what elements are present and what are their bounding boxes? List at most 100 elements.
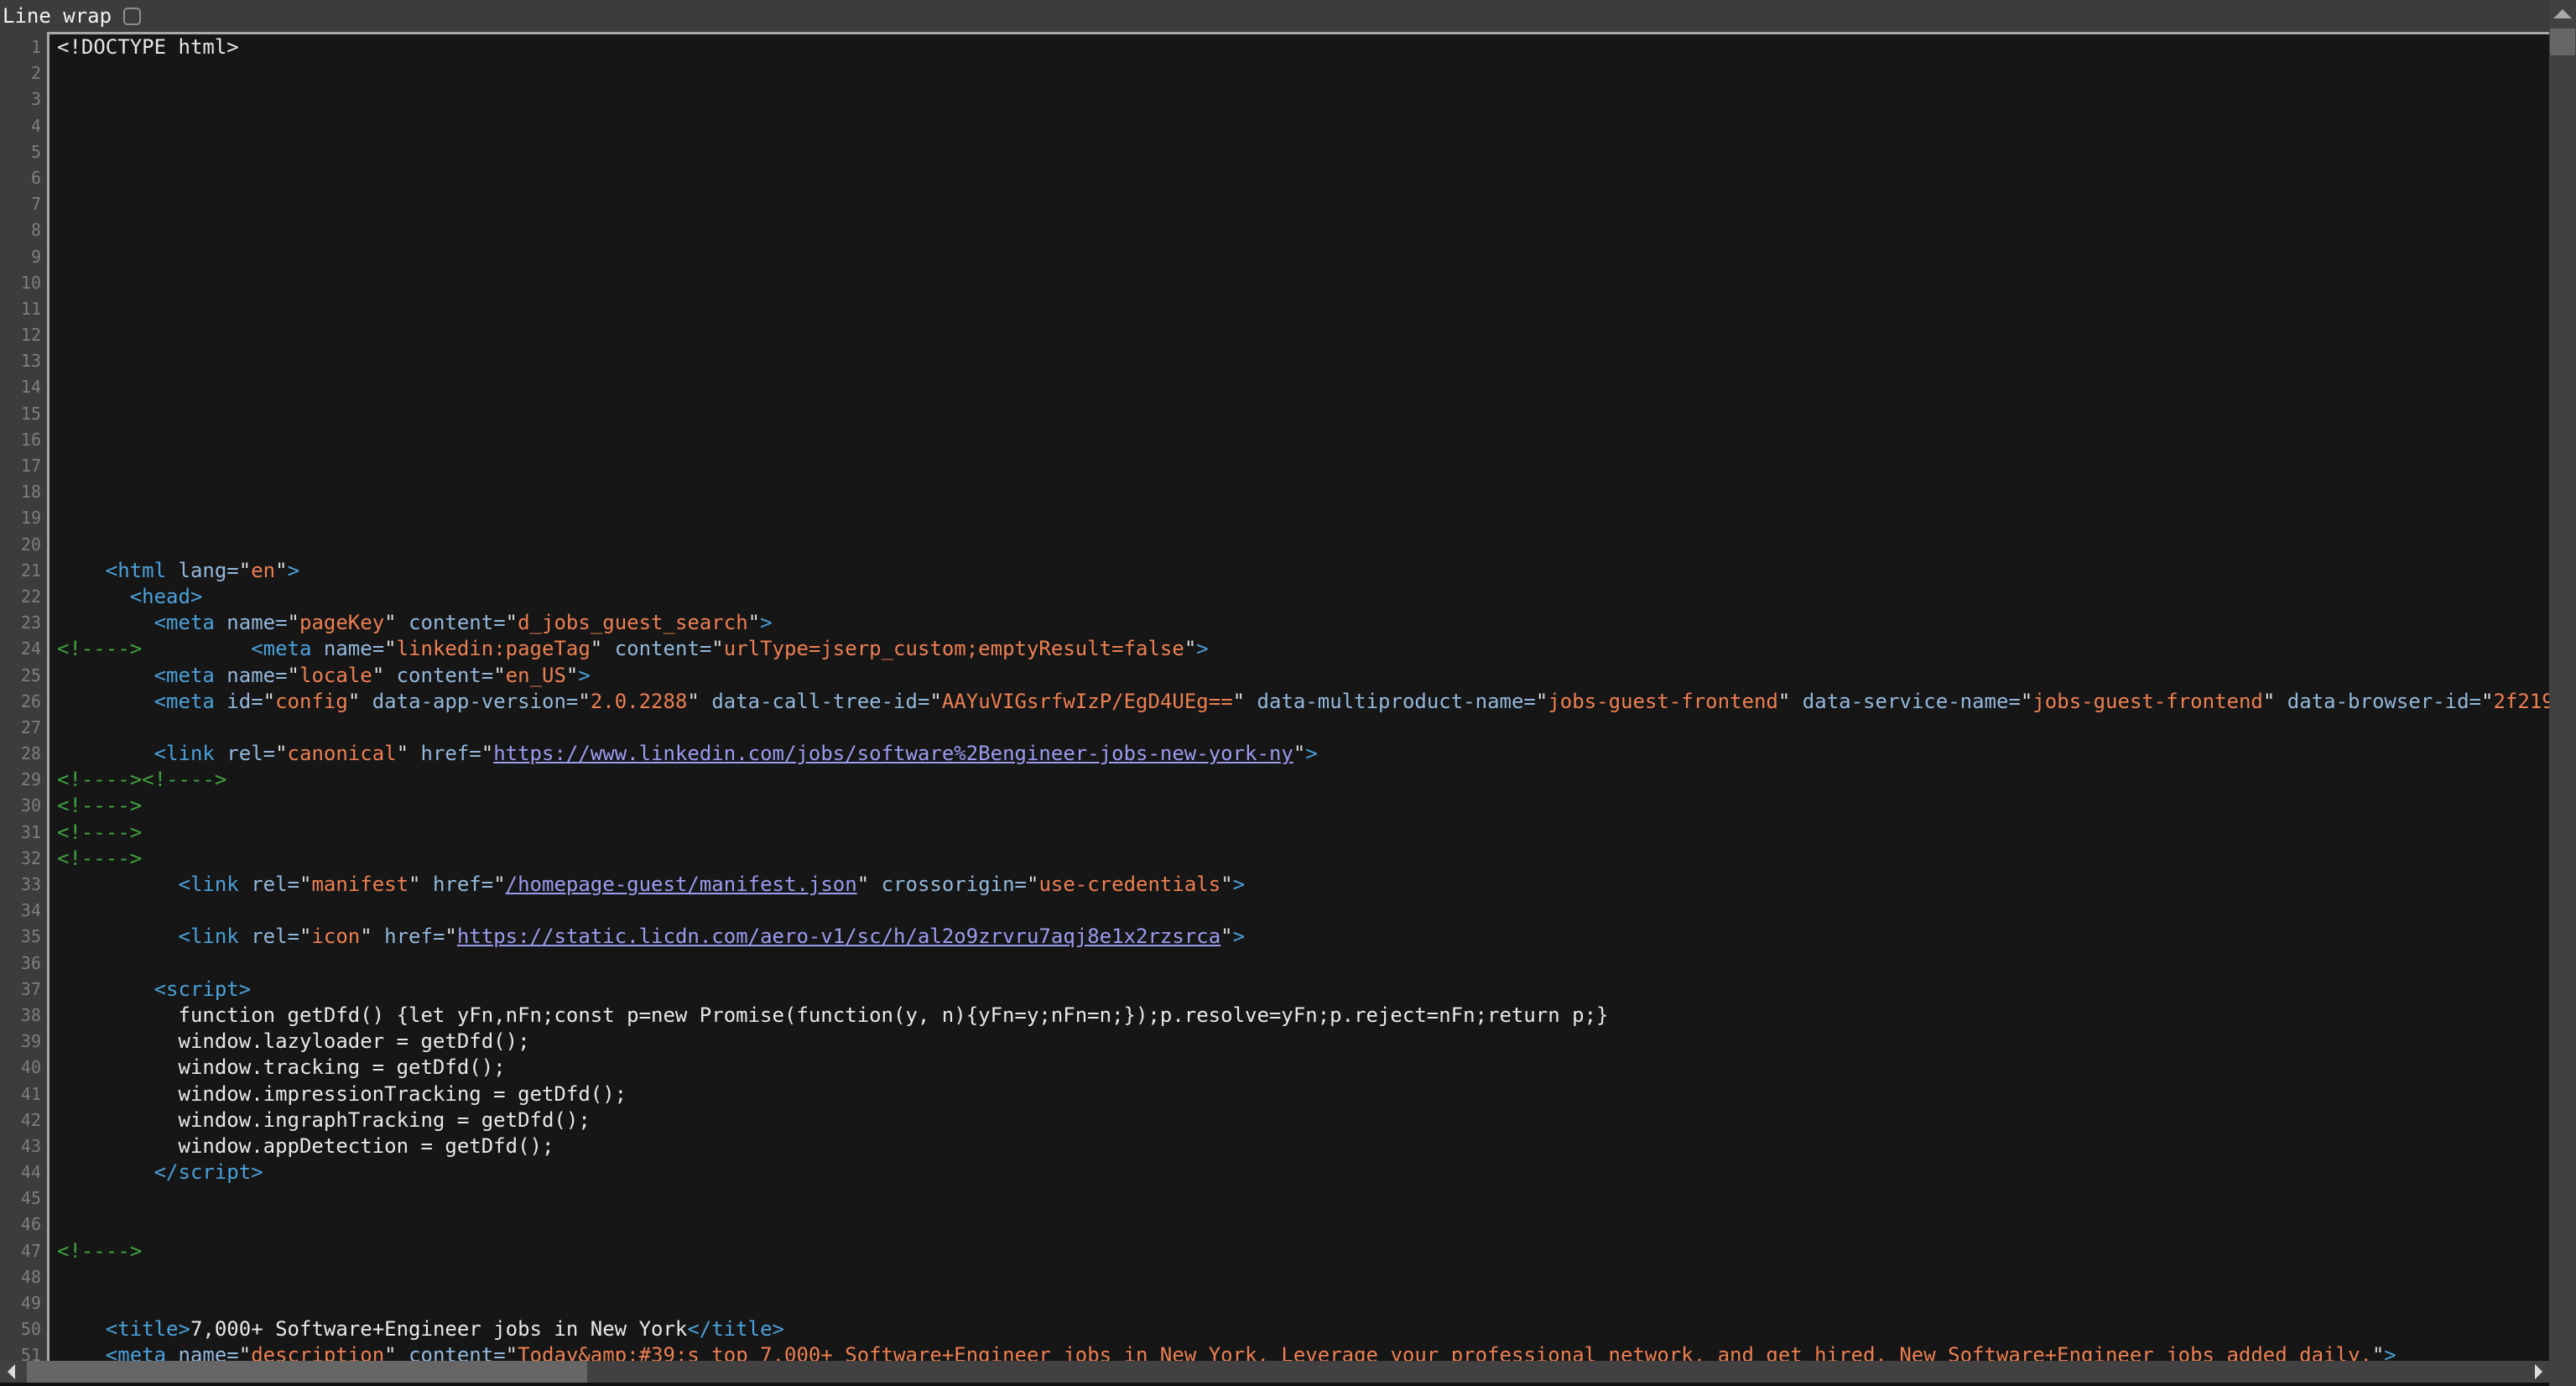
code-token: manifest — [311, 873, 409, 896]
line-number: 34 — [0, 898, 47, 924]
code-token: linkedin:pageTag — [397, 637, 591, 660]
code-token — [57, 585, 130, 608]
code-line — [57, 532, 2549, 558]
line-number: 1 — [0, 34, 47, 60]
code-line — [57, 1264, 2549, 1290]
code-token: " — [687, 690, 699, 713]
arrow-left-icon — [8, 1364, 15, 1379]
code-token: window.appDetection = getDfd(); — [57, 1134, 554, 1158]
code-line: window.impressionTracking = getDfd(); — [57, 1081, 2549, 1107]
code-token: <!----> — [57, 794, 142, 817]
code-token — [421, 873, 433, 896]
source-link[interactable]: https://static.licdn.com/aero-v1/sc/h/al… — [457, 925, 1220, 948]
view-source-toolbar: Line wrap — [0, 0, 2576, 32]
code-token: icon — [311, 925, 360, 948]
code-token: 2.0.2288 — [591, 690, 688, 713]
code-token: > — [288, 559, 299, 582]
vertical-scrollbar[interactable] — [2549, 0, 2576, 1386]
code-token — [57, 1343, 106, 1361]
line-number: 38 — [0, 1003, 47, 1029]
code-token: rel= — [251, 873, 299, 896]
line-number: 11 — [0, 296, 47, 322]
code-line: <link rel="manifest" href="/homepage-gue… — [57, 872, 2549, 898]
line-number: 2 — [0, 60, 47, 86]
code-token: config — [275, 690, 348, 713]
code-token: name= — [324, 637, 384, 660]
code-token: " — [711, 637, 723, 660]
code-token: <title> — [106, 1317, 190, 1341]
code-token: " — [348, 690, 360, 713]
line-number: 15 — [0, 401, 47, 427]
scrollbar-corner — [2549, 1383, 2576, 1386]
code-token: href= — [384, 925, 445, 948]
code-token: " — [299, 925, 311, 948]
code-token — [239, 925, 251, 948]
code-token: " — [578, 690, 590, 713]
code-line: <script> — [57, 977, 2549, 1003]
source-link[interactable]: /homepage-guest/manifest.json — [506, 873, 857, 896]
code-line — [57, 139, 2549, 165]
source-view: 1234567891011121314151617181920212223242… — [0, 32, 2549, 1361]
code-line: <!----> — [57, 846, 2549, 872]
line-number: 48 — [0, 1264, 47, 1290]
code-line: <!----> — [57, 793, 2549, 819]
code-token — [57, 664, 154, 687]
scroll-up-button[interactable] — [2549, 0, 2576, 27]
code-token: <!----> — [57, 637, 142, 660]
code-token — [397, 611, 409, 634]
code-token: " — [591, 637, 602, 660]
code-token: content= — [615, 637, 712, 660]
code-token: content= — [409, 1343, 506, 1361]
code-token — [57, 611, 154, 634]
code-token: > — [1196, 637, 1208, 660]
horizontal-scrollbar[interactable] — [0, 1361, 2549, 1383]
code-token: " — [288, 611, 299, 634]
code-line: <!----><!----> — [57, 767, 2549, 793]
source-link[interactable]: https://www.linkedin.com/jobs/software%2… — [493, 742, 1293, 765]
code-line — [57, 427, 2549, 453]
line-number: 37 — [0, 977, 47, 1003]
code-line: <meta id="config" data-app-version="2.0.… — [57, 689, 2549, 715]
horizontal-scrollbar-thumb[interactable] — [27, 1361, 587, 1383]
vertical-scrollbar-thumb[interactable] — [2550, 29, 2575, 55]
line-number: 12 — [0, 322, 47, 348]
code-token — [384, 664, 396, 687]
code-line: window.appDetection = getDfd(); — [57, 1133, 2549, 1159]
code-line: <meta name="pageKey" content="d_jobs_gue… — [57, 610, 2549, 636]
code-token: " — [2021, 690, 2032, 713]
code-token: data-multiproduct-name= — [1257, 690, 1536, 713]
code-line: <!DOCTYPE html> — [57, 34, 2549, 60]
code-line: <!----> <meta name="linkedin:pageTag" co… — [57, 636, 2549, 662]
code-token: " — [2372, 1343, 2384, 1361]
code-line: <html lang="en"> — [57, 558, 2549, 584]
line-number: 10 — [0, 270, 47, 296]
code-token: " — [275, 559, 287, 582]
line-number: 36 — [0, 951, 47, 977]
scroll-right-button[interactable] — [2527, 1361, 2549, 1383]
code-token: <!----> — [57, 1239, 142, 1263]
code-token — [215, 611, 226, 634]
code-token: jobs-guest-frontend — [1548, 690, 1778, 713]
code-token — [57, 873, 179, 896]
bottom-strip — [0, 1383, 2549, 1386]
line-number: 39 — [0, 1029, 47, 1055]
line-number: 47 — [0, 1238, 47, 1264]
code-token: " — [409, 873, 420, 896]
code-token: crossorigin= — [882, 873, 1027, 896]
code-token — [602, 637, 614, 660]
code-token: " — [239, 559, 251, 582]
code-line — [57, 951, 2549, 977]
code-token: jobs-guest-frontend — [2032, 690, 2263, 713]
line-number: 28 — [0, 741, 47, 767]
code-token: " — [275, 742, 287, 765]
line-wrap-checkbox[interactable] — [123, 8, 141, 25]
line-number: 16 — [0, 427, 47, 453]
code-token: " — [1293, 742, 1305, 765]
code-token: " — [384, 1343, 396, 1361]
code-line — [57, 191, 2549, 217]
code-token: " — [372, 664, 384, 687]
code-token — [57, 559, 106, 582]
code-token: <meta — [154, 664, 215, 687]
line-number: 35 — [0, 924, 47, 950]
scroll-left-button[interactable] — [0, 1361, 22, 1383]
